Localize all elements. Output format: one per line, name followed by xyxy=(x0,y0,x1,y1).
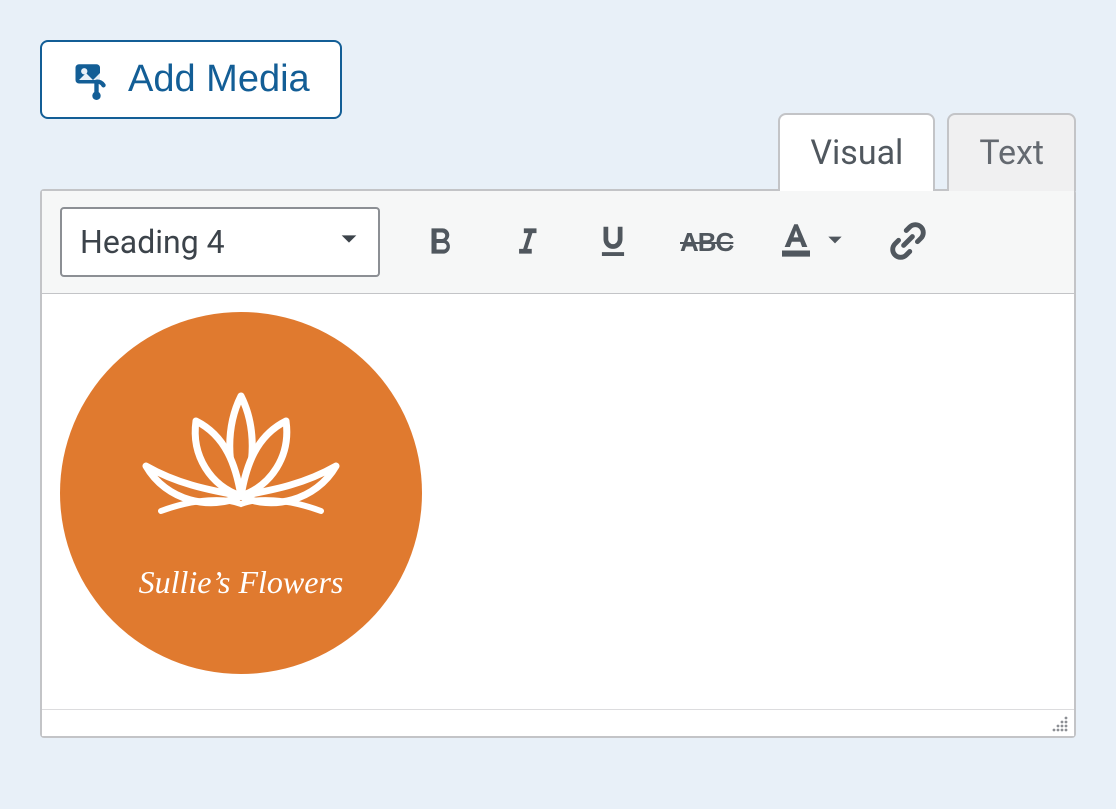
text-color-icon xyxy=(775,219,817,265)
chevron-down-icon xyxy=(825,230,845,254)
chevron-down-icon xyxy=(338,228,360,256)
editor-statusbar xyxy=(42,710,1074,736)
format-dropdown[interactable]: Heading 4 xyxy=(60,207,380,277)
link-icon xyxy=(887,220,929,265)
add-media-label: Add Media xyxy=(128,58,310,101)
logo-caption: Sullie’s Flowers xyxy=(139,564,344,601)
add-media-button[interactable]: Add Media xyxy=(40,40,342,119)
editor-content[interactable]: Sullie’s Flowers xyxy=(42,294,1074,710)
tab-text[interactable]: Text xyxy=(947,113,1076,191)
bold-icon xyxy=(422,222,460,263)
italic-icon xyxy=(508,222,546,263)
underline-button[interactable] xyxy=(588,217,638,267)
editor: Heading 4 ABC xyxy=(40,189,1076,738)
format-selected-label: Heading 4 xyxy=(80,223,225,261)
strikethrough-button[interactable]: ABC xyxy=(674,217,739,267)
editor-toolbar: Heading 4 ABC xyxy=(42,191,1074,294)
lotus-icon xyxy=(126,386,356,540)
tab-visual-label: Visual xyxy=(810,133,903,173)
editor-tabs: Visual Text xyxy=(40,111,1076,189)
inserted-image-logo[interactable]: Sullie’s Flowers xyxy=(60,312,422,674)
bold-button[interactable] xyxy=(416,217,466,267)
tab-text-label: Text xyxy=(979,133,1044,173)
strikethrough-icon: ABC xyxy=(680,227,733,258)
underline-icon xyxy=(594,222,632,263)
italic-button[interactable] xyxy=(502,217,552,267)
link-button[interactable] xyxy=(881,217,935,267)
text-color-button[interactable] xyxy=(775,219,845,265)
tab-visual[interactable]: Visual xyxy=(778,113,935,191)
media-icon xyxy=(72,59,114,101)
resize-handle-icon[interactable] xyxy=(1050,714,1070,734)
